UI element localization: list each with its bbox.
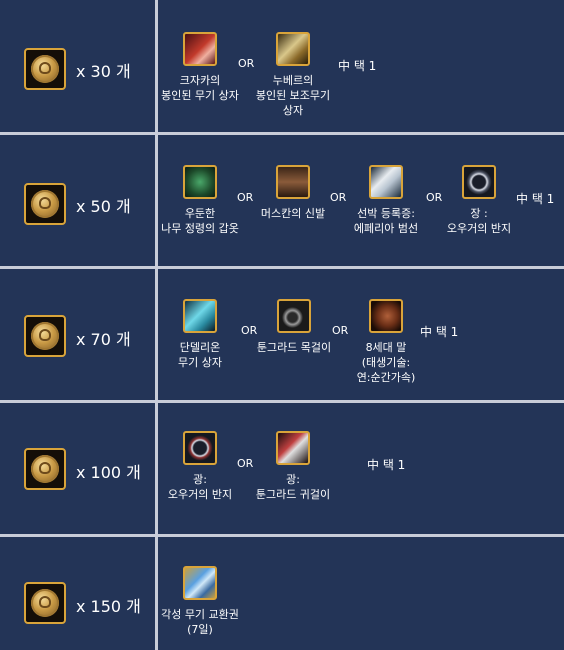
reward-item[interactable]: 머스칸의 신발 bbox=[243, 165, 343, 221]
item-label: 머스칸의 신발 bbox=[260, 207, 326, 220]
reward-item[interactable]: 툰그라드 목걸이 bbox=[244, 299, 344, 355]
item-label: 장 : 오우거의 반지 bbox=[446, 207, 512, 235]
cost-cell: x 50 개 bbox=[0, 135, 155, 266]
reward-item[interactable]: 우둔한 나무 정령의 갑옷 bbox=[150, 165, 250, 236]
coin-icon bbox=[24, 448, 66, 490]
reward-table: x 30 개 크자카의 봉인된 무기 상자 OR 누베르의 봉인된 보조무기 상… bbox=[0, 0, 564, 650]
item-label: 광: 오우거의 반지 bbox=[167, 473, 233, 501]
flag-icon bbox=[369, 165, 403, 199]
coin-icon bbox=[24, 315, 66, 357]
reward-row: x 30 개 크자카의 봉인된 무기 상자 OR 누베르의 봉인된 보조무기 상… bbox=[0, 0, 564, 132]
item-label: 단델리온 무기 상자 bbox=[178, 341, 222, 369]
horse-icon bbox=[369, 299, 403, 333]
ticket-icon bbox=[183, 566, 217, 600]
item-label: 각성 무기 교환권 (7일) bbox=[161, 608, 239, 636]
quantity-label: x 50 개 bbox=[76, 197, 131, 216]
item-label: 광: 툰그라드 귀걸이 bbox=[255, 473, 331, 501]
reward-row: x 100 개 광: 오우거의 반지 OR 광: 툰그라드 귀걸이 中 택 1 bbox=[0, 403, 564, 534]
reward-cell: 광: 오우거의 반지 OR 광: 툰그라드 귀걸이 中 택 1 bbox=[158, 403, 564, 534]
quantity-label: x 150 개 bbox=[76, 597, 141, 616]
reward-item[interactable]: 누베르의 봉인된 보조무기 상자 bbox=[243, 32, 343, 118]
reward-item[interactable]: 장 : 오우거의 반지 bbox=[429, 165, 529, 236]
choice-label: 中 택 1 bbox=[367, 458, 406, 472]
cost-cell: x 70 개 bbox=[0, 269, 155, 400]
item-label: 8세대 말 (태생기술: 연:순간가속) bbox=[356, 341, 416, 384]
item-label: 선박 등록증: 에페리아 범선 bbox=[353, 207, 419, 235]
reward-cell: 우둔한 나무 정령의 갑옷 OR 머스칸의 신발 OR 선박 등록증: 에페리아… bbox=[158, 135, 564, 266]
necklace-icon bbox=[277, 299, 311, 333]
cost-cell: x 100 개 bbox=[0, 403, 155, 534]
reward-item[interactable]: 단델리온 무기 상자 bbox=[150, 299, 250, 370]
reward-item[interactable]: 선박 등록증: 에페리아 범선 bbox=[336, 165, 436, 236]
item-label: 크자카의 봉인된 무기 상자 bbox=[161, 74, 239, 102]
reward-item[interactable]: 각성 무기 교환권 (7일) bbox=[150, 566, 250, 637]
cost-cell: x 30 개 bbox=[0, 0, 155, 132]
cost-cell: x 150 개 bbox=[0, 537, 155, 650]
reward-row: x 70 개 단델리온 무기 상자 OR 툰그라드 목걸이 OR 8세대 말 (… bbox=[0, 269, 564, 400]
quantity-label: x 70 개 bbox=[76, 330, 131, 349]
quantity-label: x 30 개 bbox=[76, 62, 131, 81]
green-armor-icon bbox=[183, 165, 217, 199]
reward-cell: 단델리온 무기 상자 OR 툰그라드 목걸이 OR 8세대 말 (태생기술: 연… bbox=[158, 269, 564, 400]
item-label: 툰그라드 목걸이 bbox=[256, 341, 332, 354]
choice-label: 中 택 1 bbox=[338, 59, 377, 73]
reward-row: x 150 개 각성 무기 교환권 (7일) bbox=[0, 537, 564, 650]
reward-item[interactable]: 8세대 말 (태생기술: 연:순간가속) bbox=[336, 299, 436, 385]
gold-chest-icon bbox=[276, 32, 310, 66]
quantity-label: x 100 개 bbox=[76, 463, 141, 482]
reward-item[interactable]: 크자카의 봉인된 무기 상자 bbox=[150, 32, 250, 103]
ring-icon bbox=[462, 165, 496, 199]
reward-item[interactable]: 광: 오우거의 반지 bbox=[150, 431, 250, 502]
reward-cell: 각성 무기 교환권 (7일) bbox=[158, 537, 564, 650]
reward-item[interactable]: 광: 툰그라드 귀걸이 bbox=[243, 431, 343, 502]
choice-label: 中 택 1 bbox=[420, 325, 459, 339]
item-label: 우둔한 나무 정령의 갑옷 bbox=[161, 207, 239, 235]
cyan-chest-icon bbox=[183, 299, 217, 333]
ring-icon bbox=[183, 431, 217, 465]
red-chest-icon bbox=[183, 32, 217, 66]
reward-cell: 크자카의 봉인된 무기 상자 OR 누베르의 봉인된 보조무기 상자 中 택 1 bbox=[158, 0, 564, 132]
item-label: 누베르의 봉인된 보조무기 상자 bbox=[255, 74, 331, 117]
boots-icon bbox=[276, 165, 310, 199]
choice-label: 中 택 1 bbox=[516, 192, 555, 206]
coin-icon bbox=[24, 48, 66, 90]
coin-icon bbox=[24, 183, 66, 225]
earring-icon bbox=[276, 431, 310, 465]
reward-row: x 50 개 우둔한 나무 정령의 갑옷 OR 머스칸의 신발 OR 선박 등록… bbox=[0, 135, 564, 266]
coin-icon bbox=[24, 582, 66, 624]
